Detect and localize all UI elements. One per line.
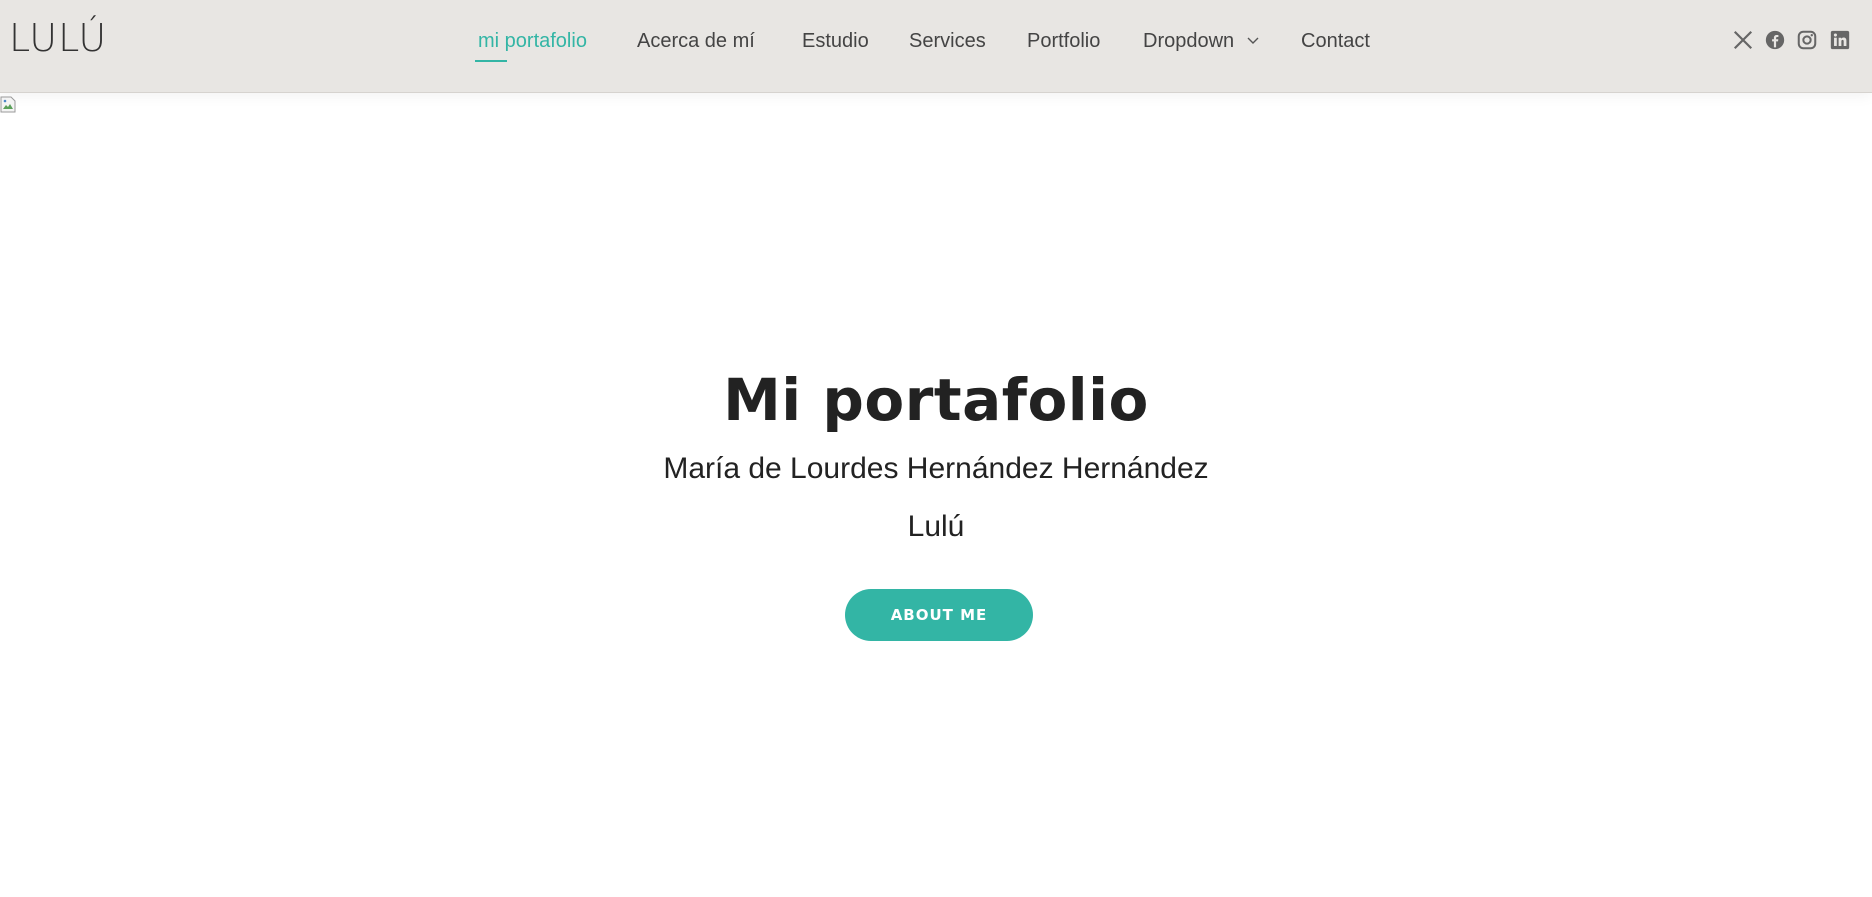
hero-section: Mi portafolio María de Lourdes Hernández… — [0, 0, 1872, 897]
hero-title: Mi portafolio — [723, 366, 1149, 434]
hero-full-name: María de Lourdes Hernández Hernández — [663, 452, 1209, 485]
hero-nickname: Lulú — [907, 510, 965, 543]
about-me-button[interactable]: ABOUT ME — [845, 589, 1033, 641]
